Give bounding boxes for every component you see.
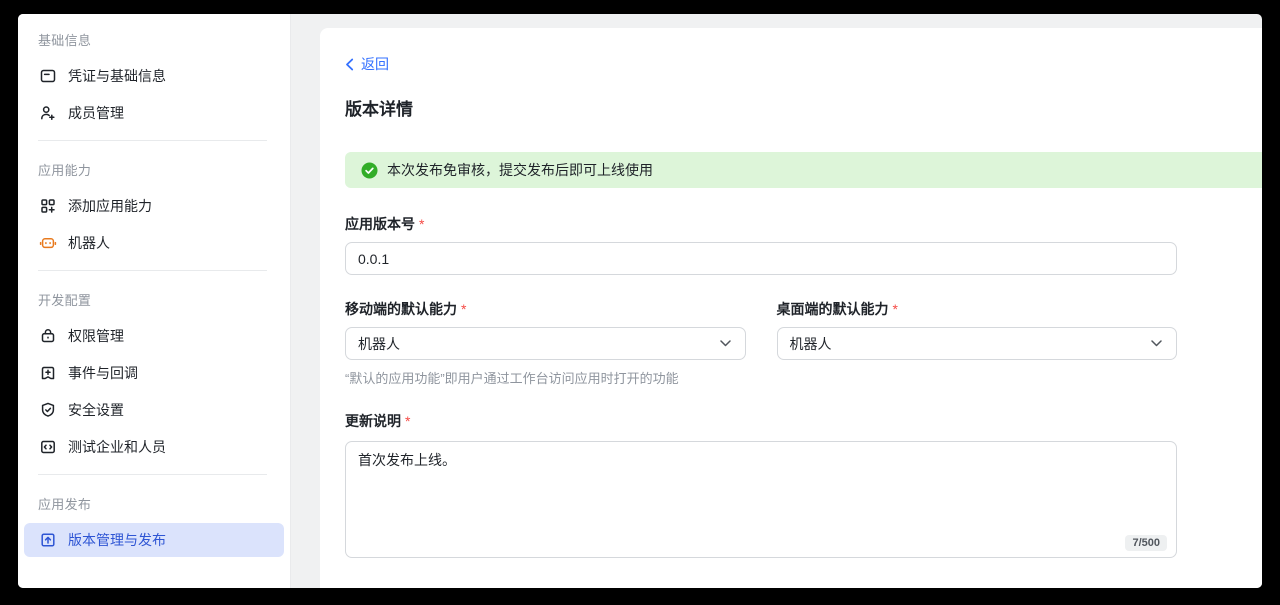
desktop-capability-value: 机器人 (790, 334, 832, 354)
banner-text: 本次发布免审核，提交发布后即可上线使用 (387, 160, 653, 180)
chevron-left-icon (345, 58, 354, 71)
version-input[interactable] (345, 242, 1177, 275)
version-form: 应用版本号 * 移动端的默认能力 * 机器人 (345, 214, 1177, 558)
sidebar-item-label: 添加应用能力 (68, 196, 152, 216)
desktop-capability-label: 桌面端的默认能力 * (777, 299, 1178, 319)
sidebar-item-security[interactable]: 安全设置 (24, 393, 284, 427)
content-area: 返回 版本详情 本次发布免审核，提交发布后即可上线使用 应用版本号 * (291, 14, 1262, 588)
sidebar-divider (38, 270, 267, 271)
check-circle-icon (361, 162, 378, 179)
code-icon (39, 438, 57, 456)
robot-icon (39, 234, 57, 252)
sidebar-item-bot[interactable]: 机器人 (24, 226, 284, 260)
sidebar-item-permissions[interactable]: 权限管理 (24, 319, 284, 353)
release-notes-label: 更新说明 * (345, 411, 1177, 431)
sidebar-section-release: 应用发布 (24, 484, 284, 520)
sidebar-divider (38, 474, 267, 475)
mobile-capability-value: 机器人 (358, 334, 400, 354)
sidebar-divider (38, 140, 267, 141)
desktop-capability-field: 桌面端的默认能力 * 机器人 (777, 299, 1178, 387)
mobile-capability-label: 移动端的默认能力 * (345, 299, 746, 319)
sidebar-item-label: 版本管理与发布 (68, 530, 166, 550)
required-mark: * (405, 413, 410, 429)
page-title: 版本详情 (345, 95, 1262, 120)
release-notes-textarea[interactable]: 首次发布上线。 (345, 441, 1177, 558)
sidebar-item-label: 成员管理 (68, 103, 124, 123)
sidebar-item-events-callbacks[interactable]: 事件与回调 (24, 356, 284, 390)
grid-add-icon (39, 197, 57, 215)
sidebar-item-credentials[interactable]: 凭证与基础信息 (24, 59, 284, 93)
sidebar-item-label: 凭证与基础信息 (68, 66, 166, 86)
success-banner: 本次发布免审核，提交发布后即可上线使用 (345, 152, 1262, 188)
sidebar-section-basic-info: 基础信息 (24, 20, 284, 56)
release-notes-wrap: 首次发布上线。 7/500 (345, 441, 1177, 558)
sidebar-item-add-capability[interactable]: 添加应用能力 (24, 189, 284, 223)
lock-icon (39, 327, 57, 345)
sidebar-item-label: 机器人 (68, 233, 110, 253)
mobile-capability-select[interactable]: 机器人 (345, 327, 746, 360)
char-counter: 7/500 (1125, 535, 1167, 551)
back-link-label: 返回 (361, 54, 389, 74)
shield-check-icon (39, 401, 57, 419)
version-detail-panel: 返回 版本详情 本次发布免审核，提交发布后即可上线使用 应用版本号 * (320, 28, 1262, 588)
sidebar-item-version-release[interactable]: 版本管理与发布 (24, 523, 284, 557)
app-window: 基础信息 凭证与基础信息 成员管理 应用能力 添加应用能力 (18, 14, 1262, 588)
required-mark: * (461, 301, 466, 317)
sidebar-item-members[interactable]: 成员管理 (24, 96, 284, 130)
chevron-down-icon (720, 340, 731, 347)
version-label: 应用版本号 * (345, 214, 1177, 234)
screenshot-frame: 基础信息 凭证与基础信息 成员管理 应用能力 添加应用能力 (0, 0, 1280, 605)
mobile-capability-field: 移动端的默认能力 * 机器人 “默认的应用功能”即用户通过工作台访问应用时打开的… (345, 299, 746, 387)
sidebar-item-label: 事件与回调 (68, 363, 138, 383)
desktop-capability-select[interactable]: 机器人 (777, 327, 1178, 360)
card-icon (39, 67, 57, 85)
event-callback-icon (39, 364, 57, 382)
sidebar-item-label: 权限管理 (68, 326, 124, 346)
sidebar-section-dev-config: 开发配置 (24, 280, 284, 316)
chevron-down-icon (1151, 340, 1162, 347)
person-add-icon (39, 104, 57, 122)
sidebar-item-label: 测试企业和人员 (68, 437, 166, 457)
capability-hint: “默认的应用功能”即用户通过工作台访问应用时打开的功能 (345, 368, 746, 387)
sidebar: 基础信息 凭证与基础信息 成员管理 应用能力 添加应用能力 (18, 14, 291, 588)
sidebar-item-test-company[interactable]: 测试企业和人员 (24, 430, 284, 464)
back-link[interactable]: 返回 (345, 54, 389, 74)
required-mark: * (419, 216, 424, 232)
required-mark: * (893, 301, 898, 317)
sidebar-item-label: 安全设置 (68, 400, 124, 420)
sidebar-section-capabilities: 应用能力 (24, 150, 284, 186)
publish-icon (39, 531, 57, 549)
